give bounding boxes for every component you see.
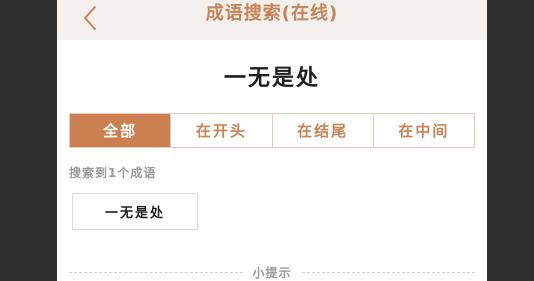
outer-background-right: [487, 0, 534, 281]
tab-all[interactable]: 全部: [70, 114, 171, 147]
search-query-text: 一无是处: [223, 66, 320, 91]
app-screen: 成语搜索(在线) 一无是处 全部 在开头 在结尾 在中间 搜索到1个成语 一无是…: [57, 0, 487, 281]
position-filter-tabs: 全部 在开头 在结尾 在中间: [69, 113, 475, 148]
outer-background-left: [0, 0, 57, 281]
result-item[interactable]: 一无是处: [72, 193, 198, 230]
tab-at-end[interactable]: 在结尾: [271, 114, 373, 147]
divider-line-left: [69, 271, 243, 273]
tab-in-middle[interactable]: 在中间: [372, 114, 474, 147]
page-title: 成语搜索(在线): [205, 3, 339, 24]
tip-divider: 小提示: [69, 262, 476, 281]
result-count-label: 搜索到1个成语: [69, 166, 157, 180]
tip-label: 小提示: [252, 265, 292, 280]
divider-line-right: [301, 271, 476, 273]
header-bar: 成语搜索(在线): [57, 0, 487, 40]
tab-at-start[interactable]: 在开头: [170, 114, 271, 147]
